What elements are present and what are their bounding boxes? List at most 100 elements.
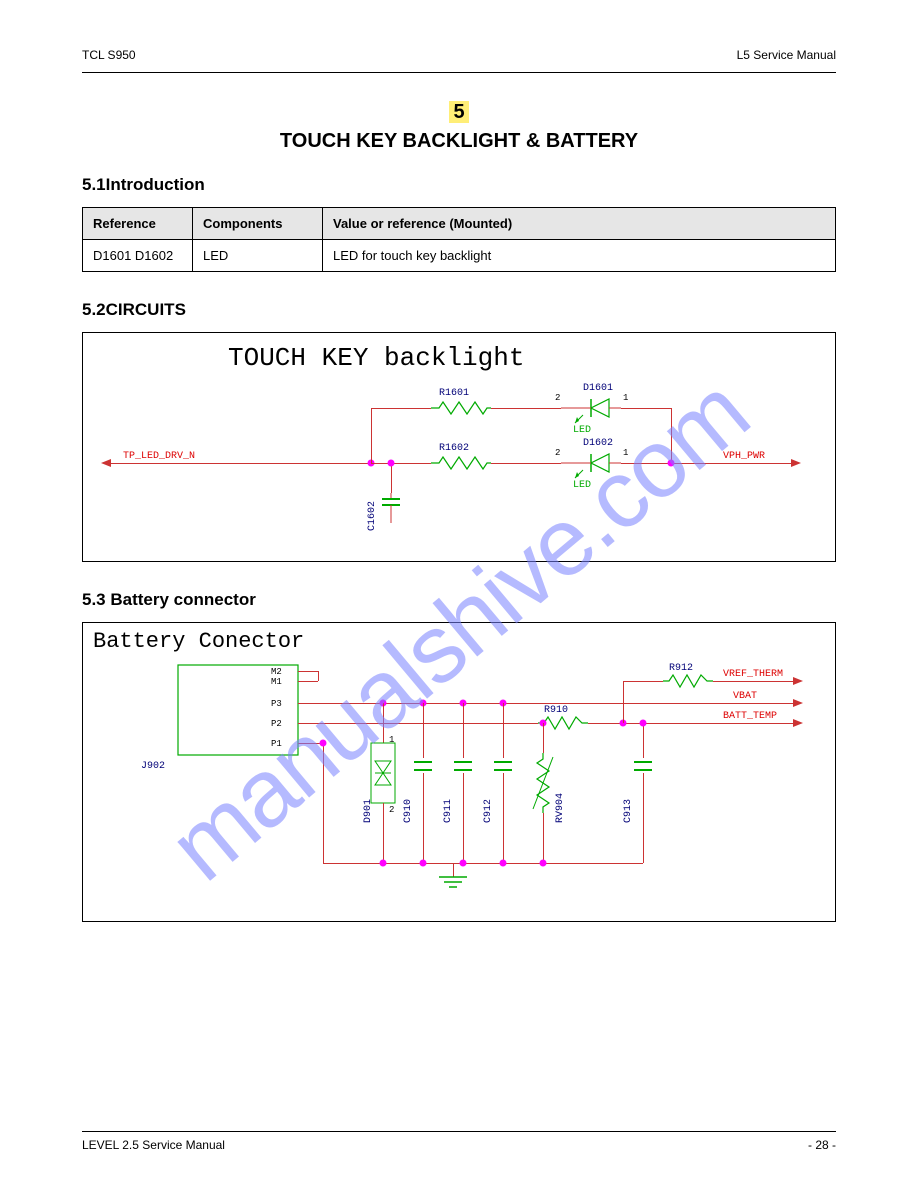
- footer-right: - 28 -: [808, 1138, 836, 1152]
- schematic-title: Battery Conector: [93, 629, 304, 654]
- wire: [463, 773, 464, 863]
- wire: [298, 703, 793, 704]
- schematic-battery-connector: Battery Conector J902 M2 M1 P3 P2 P1 VBA…: [82, 622, 836, 922]
- component-ref: D901: [363, 799, 374, 823]
- junction-node-icon: [460, 860, 467, 867]
- component-ref: C911: [443, 799, 454, 823]
- wire: [323, 863, 643, 864]
- resistor-icon: [431, 455, 491, 471]
- section-battery-heading: 5.3 Battery connector: [82, 590, 836, 610]
- wire: [713, 681, 793, 682]
- schematic-title: TOUCH KEY backlight: [228, 343, 524, 373]
- wire: [318, 671, 319, 681]
- schematic-touch-key-backlight: TOUCH KEY backlight TP_LED_DRV_N R1601 D…: [82, 332, 836, 562]
- wire: [298, 671, 318, 672]
- component-ref: C1602: [367, 501, 378, 531]
- junction-node-icon: [320, 740, 327, 747]
- resistor-icon: [431, 400, 491, 416]
- component-ref: R910: [544, 705, 568, 716]
- component-table: Reference Components Value or reference …: [82, 207, 836, 272]
- wire: [453, 863, 454, 877]
- junction-node-icon: [420, 860, 427, 867]
- net-arrow-right-icon: [791, 459, 801, 467]
- wire: [621, 463, 791, 464]
- wire: [671, 408, 672, 463]
- table-header: Value or reference (Mounted): [323, 208, 836, 240]
- net-label: TP_LED_DRV_N: [123, 451, 195, 462]
- wire: [371, 408, 372, 463]
- table-header: Reference: [83, 208, 193, 240]
- wire: [491, 463, 561, 464]
- component-ref: C910: [403, 799, 414, 823]
- capacitor-icon: [382, 493, 400, 523]
- header-left: TCL S950: [82, 48, 136, 62]
- header-right: L5 Service Manual: [737, 48, 836, 62]
- wire: [621, 408, 671, 409]
- page-title: TOUCH KEY BACKLIGHT & BATTERY: [82, 130, 836, 153]
- table-cell: LED: [193, 240, 323, 272]
- table-header: Components: [193, 208, 323, 240]
- table-header-row: Reference Components Value or reference …: [83, 208, 836, 240]
- wire: [503, 773, 504, 863]
- wire: [463, 703, 464, 758]
- footer-rule: [82, 1131, 836, 1132]
- junction-node-icon: [380, 860, 387, 867]
- component-ref: R912: [669, 663, 693, 674]
- wire: [298, 681, 318, 682]
- component-ref: R1602: [439, 443, 469, 454]
- led-icon: [561, 450, 621, 476]
- wire: [371, 408, 431, 409]
- net-label: VBAT: [733, 691, 757, 702]
- table-row: D1601 D1602 LED LED for touch key backli…: [83, 240, 836, 272]
- junction-node-icon: [540, 860, 547, 867]
- led-icon: [561, 395, 621, 421]
- table-cell: D1601 D1602: [83, 240, 193, 272]
- junction-node-icon: [640, 720, 647, 727]
- wire: [111, 463, 371, 464]
- net-label: VREF_THERM: [723, 669, 783, 680]
- wire: [643, 723, 644, 758]
- junction-node-icon: [388, 460, 395, 467]
- page-header: TCL S950 L5 Service Manual: [82, 48, 836, 62]
- junction-node-icon: [668, 460, 675, 467]
- wire: [543, 813, 544, 863]
- net-label: VPH_PWR: [723, 451, 765, 462]
- wire: [371, 463, 431, 464]
- resistor-icon: [663, 673, 713, 689]
- net-arrow-right-icon: [793, 677, 803, 685]
- led-label: LED: [573, 480, 591, 491]
- varistor-icon: [535, 753, 551, 813]
- led-label: LED: [573, 425, 591, 436]
- wire: [383, 703, 384, 743]
- section-circuits-heading: 5.2CIRCUITS: [82, 300, 836, 320]
- footer-left: LEVEL 2.5 Service Manual: [82, 1138, 225, 1152]
- wire: [423, 703, 424, 758]
- tvs-diode-icon: [371, 743, 395, 803]
- net-arrow-left-icon: [101, 459, 111, 467]
- wire: [423, 773, 424, 863]
- section-intro-heading: 5.1Introduction: [82, 175, 836, 195]
- page-footer: LEVEL 2.5 Service Manual - 28 -: [82, 1138, 836, 1152]
- component-ref: RV904: [555, 793, 566, 823]
- wire: [323, 743, 324, 863]
- wire: [643, 773, 644, 863]
- table-cell: LED for touch key backlight: [323, 240, 836, 272]
- component-ref: C913: [623, 799, 634, 823]
- ground-icon: [439, 877, 467, 893]
- wire: [503, 703, 504, 758]
- component-ref: R1601: [439, 388, 469, 399]
- component-ref: C912: [483, 799, 494, 823]
- wire: [383, 803, 384, 863]
- wire: [298, 723, 538, 724]
- wire: [623, 681, 624, 723]
- component-ref: J902: [141, 761, 165, 772]
- net-arrow-right-icon: [793, 699, 803, 707]
- component-ref: D1602: [583, 438, 613, 449]
- wire: [543, 723, 544, 753]
- junction-node-icon: [500, 860, 507, 867]
- net-arrow-right-icon: [793, 719, 803, 727]
- header-rule: [82, 72, 836, 73]
- section-number: 5: [82, 101, 836, 124]
- net-label: BATT_TEMP: [723, 711, 777, 722]
- wire: [391, 463, 392, 493]
